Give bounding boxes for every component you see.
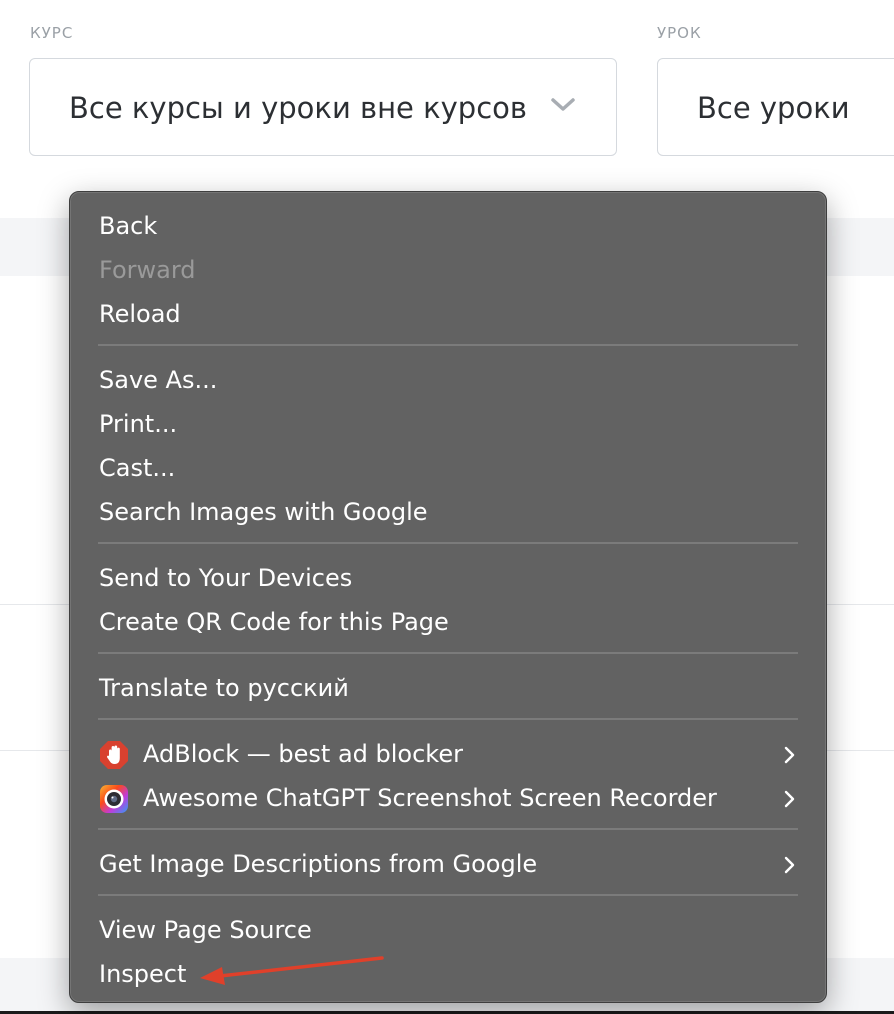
menu-item-label: Save As... — [99, 366, 218, 394]
annotation-arrow-icon — [200, 956, 384, 985]
menu-item-create-qr-code[interactable]: Create QR Code for this Page — [78, 600, 818, 644]
menu-item-awesome-screenshot[interactable]: Awesome ChatGPT Screenshot Screen Record… — [78, 776, 818, 820]
menu-item-back[interactable]: Back — [78, 204, 818, 248]
menu-item-label: Search Images with Google — [99, 498, 428, 526]
menu-item-print[interactable]: Print... — [78, 402, 818, 446]
menu-item-label: Inspect — [99, 960, 187, 988]
context-menu: Back Forward Reload Save As... Print... … — [69, 191, 827, 1003]
chevron-down-icon — [551, 98, 575, 111]
menu-item-image-descriptions[interactable]: Get Image Descriptions from Google — [78, 842, 818, 886]
chevron-right-icon — [784, 790, 795, 808]
menu-item-translate[interactable]: Translate to русский — [78, 666, 818, 710]
menu-separator — [98, 718, 798, 720]
lesson-select-value: Все уроки — [697, 91, 850, 125]
menu-item-label: Cast... — [99, 454, 176, 482]
menu-separator — [98, 344, 798, 346]
menu-item-send-to-devices[interactable]: Send to Your Devices — [78, 556, 818, 600]
menu-item-reload[interactable]: Reload — [78, 292, 818, 336]
menu-item-label: Translate to русский — [99, 674, 349, 702]
menu-item-label: Reload — [99, 300, 181, 328]
chevron-right-icon — [784, 746, 795, 764]
lesson-select[interactable]: Все уроки — [657, 58, 894, 156]
menu-item-label: Get Image Descriptions from Google — [99, 850, 538, 878]
menu-item-label: Back — [99, 212, 158, 240]
adblock-hand-icon — [100, 741, 128, 769]
menu-item-cast[interactable]: Cast... — [78, 446, 818, 490]
menu-item-label: View Page Source — [99, 916, 312, 944]
menu-item-label: Create QR Code for this Page — [99, 608, 449, 636]
menu-item-forward: Forward — [78, 248, 818, 292]
menu-separator — [98, 894, 798, 896]
course-select-value: Все курсы и уроки вне курсов — [69, 91, 527, 125]
chevron-right-icon — [784, 856, 795, 874]
menu-item-label: Send to Your Devices — [99, 564, 353, 592]
menu-item-search-images[interactable]: Search Images with Google — [78, 490, 818, 534]
menu-item-label: Forward — [99, 256, 196, 284]
menu-separator — [98, 828, 798, 830]
course-filter-label: КУРС — [30, 24, 74, 42]
menu-item-label: AdBlock — best ad blocker — [143, 740, 463, 768]
menu-separator — [98, 542, 798, 544]
menu-item-inspect[interactable]: Inspect — [78, 952, 818, 996]
course-select[interactable]: Все курсы и уроки вне курсов — [29, 58, 617, 156]
lesson-filter-label: УРОК — [657, 24, 702, 42]
menu-item-view-page-source[interactable]: View Page Source — [78, 908, 818, 952]
menu-item-label: Print... — [99, 410, 178, 438]
camera-lens-icon — [100, 785, 128, 813]
menu-item-save-as[interactable]: Save As... — [78, 358, 818, 402]
menu-item-label: Awesome ChatGPT Screenshot Screen Record… — [143, 784, 717, 812]
menu-separator — [98, 652, 798, 654]
menu-item-adblock[interactable]: AdBlock — best ad blocker — [78, 732, 818, 776]
